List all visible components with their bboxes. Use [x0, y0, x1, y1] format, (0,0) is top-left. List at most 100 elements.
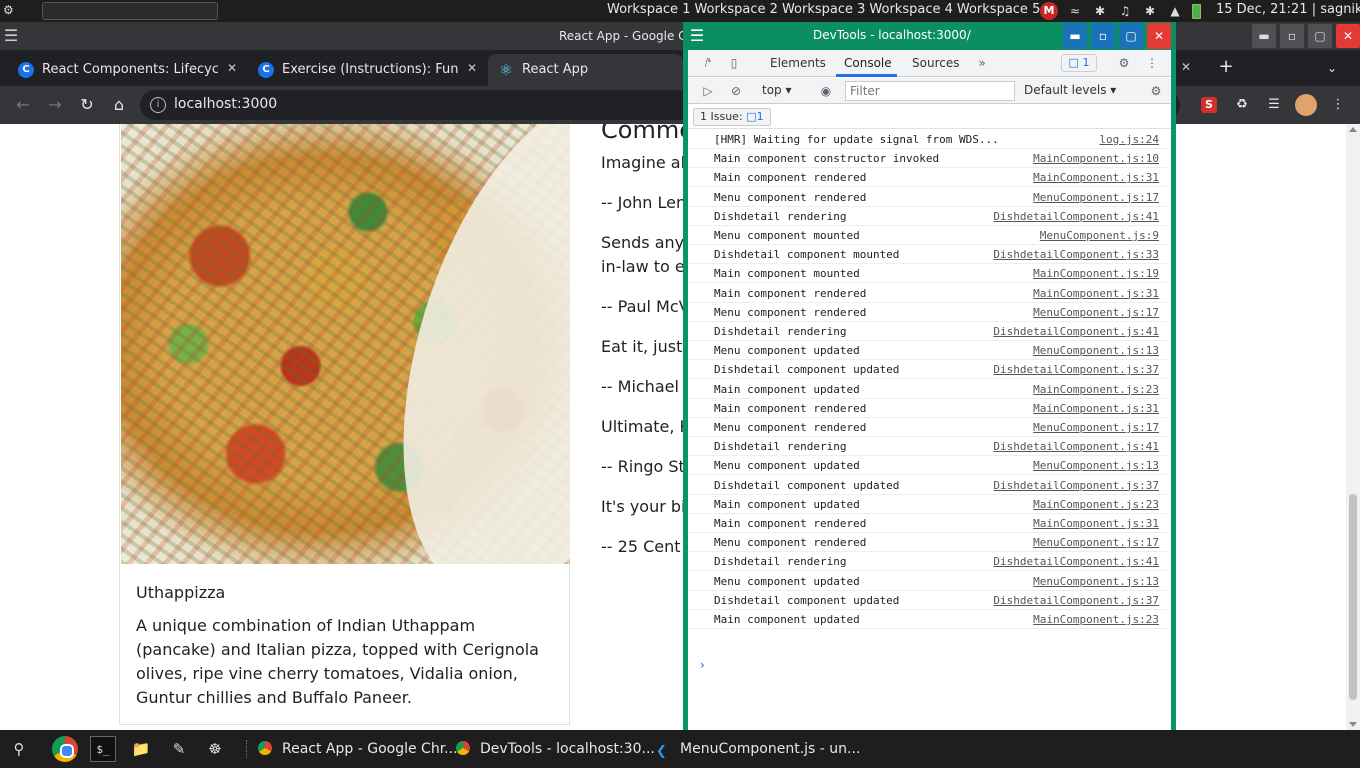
console-log-source-link[interactable]: DishdetailComponent.js:41	[993, 440, 1159, 453]
workspace-5[interactable]: Workspace 5	[957, 2, 1040, 17]
console-log-source-link[interactable]: log.js:24	[1099, 133, 1159, 146]
taskbar-item-react-app[interactable]: React App - Google Chr...	[258, 734, 458, 764]
page-scrollbar[interactable]	[1346, 124, 1360, 730]
workspace-1[interactable]: Workspace 1	[607, 2, 690, 17]
workspace-4[interactable]: Workspace 4	[869, 2, 952, 17]
issues-badge[interactable]: □ 1	[1061, 54, 1097, 72]
chrome-menu-icon[interactable]: ⋮	[1328, 95, 1348, 115]
home-button[interactable]: ⌂	[108, 94, 130, 116]
console-filter-input[interactable]: Filter	[845, 81, 1015, 101]
workspace-3[interactable]: Workspace 3	[782, 2, 865, 17]
workspace-2[interactable]: Workspace 2	[694, 2, 777, 17]
live-expression-eye-icon[interactable]: ◉	[818, 83, 834, 99]
tab-exercise-instructions[interactable]: C Exercise (Instructions): Functional ✕	[248, 54, 486, 86]
window-menu-icon[interactable]: ☰	[687, 26, 707, 46]
console-log-source-link[interactable]: MenuComponent.js:13	[1033, 459, 1159, 472]
console-log-source-link[interactable]: MenuComponent.js:17	[1033, 536, 1159, 549]
taskbar-item-vscode[interactable]: ❮ MenuComponent.js - un...	[656, 734, 860, 764]
sidebar-toggle-icon[interactable]: ▷	[700, 83, 716, 99]
console-prompt-chevron-icon[interactable]: ›	[700, 658, 705, 672]
clear-console-icon[interactable]: ⊘	[728, 83, 744, 99]
close-tab-icon[interactable]: ✕	[1178, 60, 1194, 76]
console-log-source-link[interactable]: DishdetailComponent.js:33	[993, 248, 1159, 261]
console-log-source-link[interactable]: MenuComponent.js:17	[1033, 306, 1159, 319]
minimize-button[interactable]: ▬	[1252, 24, 1276, 48]
volume-icon[interactable]: ♫	[1117, 3, 1133, 19]
file-manager-icon[interactable]: 📁	[128, 736, 154, 762]
tab-sources[interactable]: Sources	[912, 56, 959, 70]
close-tab-icon[interactable]: ✕	[464, 61, 480, 77]
context-selector[interactable]: top ▾	[762, 83, 792, 97]
chrome-launcher-icon[interactable]	[52, 736, 78, 762]
close-window-button[interactable]: ✕	[1336, 24, 1360, 48]
text-editor-icon[interactable]: ✎	[166, 736, 192, 762]
console-log-source-link[interactable]: DishdetailComponent.js:41	[993, 555, 1159, 568]
console-settings-icon[interactable]: ⚙	[1148, 83, 1164, 99]
console-log-source-link[interactable]: MainComponent.js:23	[1033, 498, 1159, 511]
wifi-icon[interactable]: ≈	[1067, 3, 1083, 19]
tab-elements[interactable]: Elements	[770, 56, 826, 70]
console-log-source-link[interactable]: MainComponent.js:31	[1033, 171, 1159, 184]
log-levels-dropdown[interactable]: Default levels ▾	[1024, 83, 1116, 97]
console-log-source-link[interactable]: MainComponent.js:31	[1033, 287, 1159, 300]
minimize-button[interactable]: ▬	[1063, 23, 1087, 49]
close-window-button[interactable]: ✕	[1147, 23, 1171, 49]
scrollbar-thumb[interactable]	[1349, 494, 1357, 700]
clock[interactable]: 15 Dec, 21:21 | sagnik	[1216, 2, 1360, 17]
maximize-button[interactable]: ▢	[1119, 23, 1143, 49]
console-log-source-link[interactable]: DishdetailComponent.js:41	[993, 210, 1159, 223]
console-log-source-link[interactable]: MenuComponent.js:13	[1033, 344, 1159, 357]
scroll-up-arrow-icon[interactable]	[1349, 127, 1357, 132]
console-log-source-link[interactable]: DishdetailComponent.js:37	[993, 594, 1159, 607]
console-log-source-link[interactable]: MenuComponent.js:17	[1033, 191, 1159, 204]
back-button[interactable]: ←	[12, 94, 34, 116]
gimp-icon[interactable]: ☸	[202, 736, 228, 762]
customize-menu-icon[interactable]: ⋮	[1144, 55, 1160, 71]
url-text[interactable]: localhost:3000	[174, 96, 277, 112]
forward-button[interactable]: →	[44, 94, 66, 116]
console-log-source-link[interactable]: MainComponent.js:23	[1033, 383, 1159, 396]
console-log-source-link[interactable]: DishdetailComponent.js:37	[993, 479, 1159, 492]
profile-avatar[interactable]	[1295, 94, 1317, 116]
extension-s-icon[interactable]: S	[1201, 97, 1217, 113]
console-log-source-link[interactable]: DishdetailComponent.js:41	[993, 325, 1159, 338]
site-info-icon[interactable]: i	[150, 97, 166, 113]
system-menu-icon[interactable]: ⚙	[3, 3, 19, 19]
launcher-search-box[interactable]	[42, 2, 218, 20]
console-log-source-link[interactable]: MenuComponent.js:13	[1033, 575, 1159, 588]
tab-react-app[interactable]: ⚛ React App	[488, 54, 683, 86]
tab-console[interactable]: Console	[844, 56, 892, 70]
restore-button[interactable]: ▫	[1091, 23, 1115, 49]
console-log-source-link[interactable]: DishdetailComponent.js:37	[993, 363, 1159, 376]
device-toolbar-icon[interactable]: ▯	[726, 55, 742, 71]
console-log-source-link[interactable]: MainComponent.js:19	[1033, 267, 1159, 280]
reading-list-icon[interactable]: ☰	[1264, 95, 1284, 115]
console-log-source-link[interactable]: MainComponent.js:10	[1033, 152, 1159, 165]
settings-gear-icon[interactable]: ⚙	[1116, 55, 1132, 71]
tab-search-icon[interactable]: ⌄	[1320, 56, 1344, 80]
restore-button[interactable]: ▫	[1280, 24, 1304, 48]
tab-react-components-lifecycle[interactable]: C React Components: Lifecycle ✕	[8, 54, 246, 86]
scroll-down-arrow-icon[interactable]	[1349, 722, 1357, 727]
bluetooth-icon[interactable]: ✱	[1092, 3, 1108, 19]
console-log-source-link[interactable]: MenuComponent.js:17	[1033, 421, 1159, 434]
maximize-button[interactable]: ▢	[1308, 24, 1332, 48]
taskbar-item-devtools[interactable]: DevTools - localhost:30...	[456, 734, 655, 764]
extensions-puzzle-icon[interactable]: ♻	[1232, 95, 1252, 115]
notification-bell-icon[interactable]: ▲	[1167, 3, 1183, 19]
terminal-launcher-icon[interactable]: $_	[90, 736, 116, 762]
issues-pill[interactable]: 1 Issue: □1	[693, 108, 771, 126]
close-tab-icon[interactable]: ✕	[224, 61, 240, 77]
console-log-source-link[interactable]: MainComponent.js:31	[1033, 517, 1159, 530]
window-menu-icon[interactable]: ☰	[0, 26, 22, 46]
battery-icon[interactable]	[1192, 3, 1201, 19]
mail-icon[interactable]: M	[1040, 2, 1058, 20]
bluetooth-off-icon[interactable]: ✱	[1142, 3, 1158, 19]
new-tab-button[interactable]: +	[1214, 56, 1238, 80]
more-tabs-icon[interactable]: »	[974, 55, 990, 71]
search-icon[interactable]: ⚲	[6, 736, 32, 762]
console-log-source-link[interactable]: MainComponent.js:31	[1033, 402, 1159, 415]
console-log-source-link[interactable]: MenuComponent.js:9	[1040, 229, 1159, 242]
console-log-source-link[interactable]: MainComponent.js:23	[1033, 613, 1159, 626]
inspect-element-icon[interactable]: ⭚	[700, 55, 716, 71]
